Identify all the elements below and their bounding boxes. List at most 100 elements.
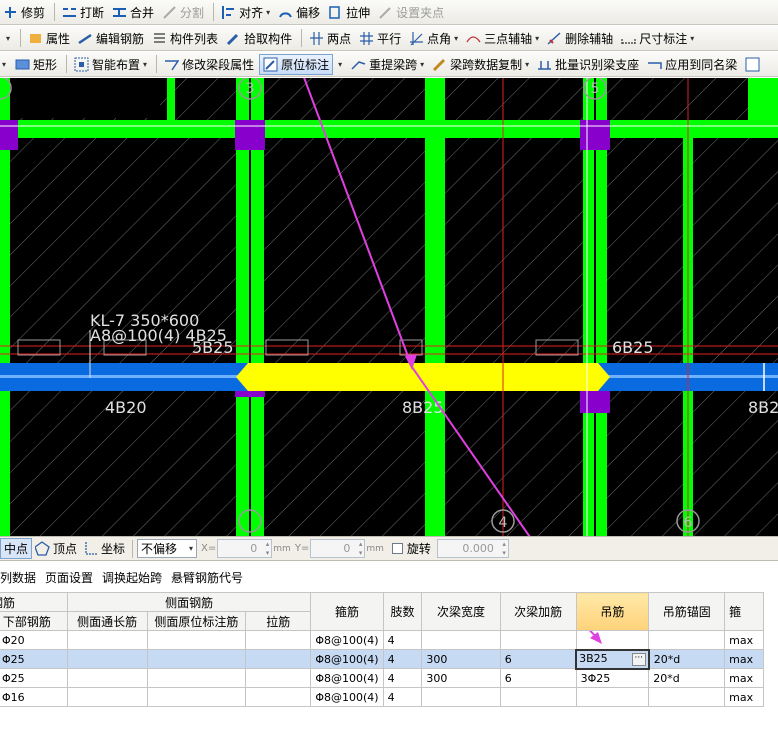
x-input[interactable]: 0 <box>217 539 273 558</box>
toolbar-item-align[interactable]: 对齐 ▾ <box>218 2 273 23</box>
rotate-input[interactable]: 0.000 <box>436 539 509 558</box>
toolbar-item-split[interactable]: 分割 <box>159 2 207 23</box>
cell[interactable] <box>66 630 148 650</box>
toolbar-item-properties[interactable]: 属性 <box>25 28 73 49</box>
menu-column-data[interactable]: 列数据 <box>0 569 36 586</box>
snap-midpoint[interactable]: 中点 <box>0 538 33 559</box>
snap-coordinate[interactable]: 坐标 <box>80 540 128 557</box>
toolbar-item-re-extract-span[interactable]: 重提梁跨 ▾ <box>348 54 427 75</box>
toolbar-item-smart-layout[interactable]: 智能布置 ▾ <box>71 54 150 75</box>
toolbar-item-grip-point[interactable]: 设置夹点 <box>375 2 447 23</box>
cell[interactable] <box>146 668 247 688</box>
cell[interactable]: Φ25 <box>0 668 68 688</box>
toolbar-item-offset[interactable]: 偏移 <box>275 2 323 23</box>
toolbar-item-break[interactable]: 打断 <box>59 2 107 23</box>
cell[interactable]: 300 <box>421 668 501 688</box>
cell[interactable]: max <box>724 687 764 707</box>
toolbar-item-point-angle[interactable]: 点角 ▾ <box>406 28 461 49</box>
cell[interactable]: max <box>724 630 764 650</box>
toolbar-item-dimension[interactable]: 尺寸标注 ▾ <box>618 28 697 49</box>
cell[interactable]: 4 <box>382 668 423 688</box>
toolbar-item-delete-axis[interactable]: 删除辅轴 <box>544 28 616 49</box>
col-secondary-beam-width[interactable]: 次梁宽度 <box>421 592 501 631</box>
col-tie-bar[interactable]: 拉筋 <box>245 611 312 631</box>
toolbar-item-batch-support[interactable]: 批量识别梁支座 <box>534 54 642 75</box>
cell[interactable]: 6 <box>499 649 577 669</box>
toolbar-item-rectangle[interactable]: 矩形 <box>12 54 60 75</box>
toolbar-item-stretch[interactable]: 拉伸 <box>325 2 373 23</box>
cell[interactable] <box>499 630 577 650</box>
cell[interactable]: Φ25 <box>0 649 68 669</box>
col-stirrup[interactable]: 箍筋 <box>310 592 384 631</box>
cell[interactable]: Φ8@100(4) <box>310 630 384 650</box>
toolbar-item-parallel[interactable]: 平行 <box>356 28 404 49</box>
table-row[interactable]: Φ25 Φ8@100(4) 4 300 6 3B25 ··· 20*d max <box>0 648 764 670</box>
cell[interactable] <box>245 630 312 650</box>
cell[interactable]: 3Φ25 <box>575 668 650 688</box>
selected-span[interactable] <box>236 363 610 391</box>
chevron-down-icon[interactable]: ▾ <box>2 60 6 69</box>
toolbar-item-copy-span-data[interactable]: 梁跨数据复制 ▾ <box>429 54 532 75</box>
cell[interactable]: 4 <box>382 630 423 650</box>
chevron-down-icon[interactable]: ▾ <box>6 34 10 43</box>
toolbar-item-merge[interactable]: 合并 <box>109 2 157 23</box>
col-side-in-situ[interactable]: 侧面原位标注筋 <box>146 611 247 631</box>
cell[interactable] <box>146 649 247 669</box>
toolbar-item-trim[interactable]: 修剪 <box>0 2 48 23</box>
cell[interactable] <box>245 649 312 669</box>
toolbar-item-three-point-axis[interactable]: 三点辅轴 ▾ <box>463 28 542 49</box>
col-legs[interactable]: 肢数 <box>382 592 423 631</box>
y-input[interactable]: 0 <box>310 539 366 558</box>
cell[interactable] <box>648 687 726 707</box>
col-stirrup-2[interactable]: 箍 <box>724 592 764 631</box>
cell[interactable] <box>421 630 501 650</box>
hanger-bar-value[interactable]: 3B25 <box>579 652 608 665</box>
cell[interactable]: Φ8@100(4) <box>310 649 384 669</box>
cell[interactable]: Φ8@100(4) <box>310 687 384 707</box>
col-bottom-rebar[interactable]: 下部钢筋 <box>0 611 68 631</box>
snap-vertex[interactable]: 顶点 <box>32 540 80 557</box>
cell[interactable] <box>66 668 148 688</box>
menu-swap-start-span[interactable]: 调换起始跨 <box>102 569 162 586</box>
cell[interactable] <box>146 687 247 707</box>
ellipsis-icon[interactable]: ··· <box>631 653 646 666</box>
col-secondary-beam-rebar[interactable]: 次梁加筋 <box>499 592 577 631</box>
toolbar-item-overflow[interactable] <box>742 54 766 75</box>
toolbar-item-modify-beam[interactable]: 修改梁段属性 <box>161 54 257 75</box>
rotate-checkbox[interactable] <box>391 543 403 554</box>
cad-drawing[interactable]: 3 5 4 6 KL-7 350*600 A8@100(4) 4B25 5B25… <box>0 78 778 536</box>
toolbar-item-apply-same-name[interactable]: 应用到同名梁 <box>644 54 740 75</box>
toolbar-item-pick-component[interactable]: 拾取构件 <box>223 28 295 49</box>
menu-page-setup[interactable]: 页面设置 <box>45 569 93 586</box>
drawing-canvas[interactable]: 3 5 4 6 KL-7 350*600 A8@100(4) 4B25 5B25… <box>0 78 778 536</box>
offset-mode-select[interactable]: 不偏移 ▾ <box>137 539 198 558</box>
toolbar-item-in-situ-annotation[interactable]: 原位标注 <box>259 53 334 75</box>
cell[interactable]: max <box>724 649 764 669</box>
hanger-bar-edit-cell[interactable]: 3B25 ··· <box>575 648 650 670</box>
cell[interactable] <box>499 687 577 707</box>
cell[interactable]: 300 <box>421 649 501 669</box>
col-side-continuous[interactable]: 侧面通长筋 <box>66 611 148 631</box>
cell[interactable]: Φ8@100(4) <box>310 668 384 688</box>
cell[interactable] <box>66 649 148 669</box>
cell[interactable] <box>146 630 247 650</box>
cell[interactable]: max <box>724 668 764 688</box>
cell[interactable] <box>66 687 148 707</box>
cell[interactable] <box>245 687 312 707</box>
cell[interactable]: 4 <box>382 649 423 669</box>
col-hanger-anchorage[interactable]: 吊筋锚固 <box>648 592 726 631</box>
toolbar-item-two-point[interactable]: 两点 <box>306 28 354 49</box>
cell[interactable] <box>245 668 312 688</box>
cell[interactable] <box>575 687 650 707</box>
table-row[interactable]: Φ16 Φ8@100(4) 4 max <box>0 687 764 707</box>
cell[interactable]: Φ16 <box>0 687 68 707</box>
toolbar-item-edit-rebar[interactable]: 编辑钢筋 <box>75 28 147 49</box>
cell[interactable]: 6 <box>499 668 577 688</box>
cell[interactable] <box>421 687 501 707</box>
table-row[interactable]: Φ20 Φ8@100(4) 4 max <box>0 630 764 650</box>
menu-cantilever-code[interactable]: 悬臂钢筋代号 <box>171 569 243 586</box>
cell[interactable] <box>575 630 650 650</box>
col-hanger-bar[interactable]: 吊筋 <box>575 592 650 631</box>
cell[interactable]: Φ20 <box>0 630 68 650</box>
cell[interactable]: 4 <box>382 687 423 707</box>
